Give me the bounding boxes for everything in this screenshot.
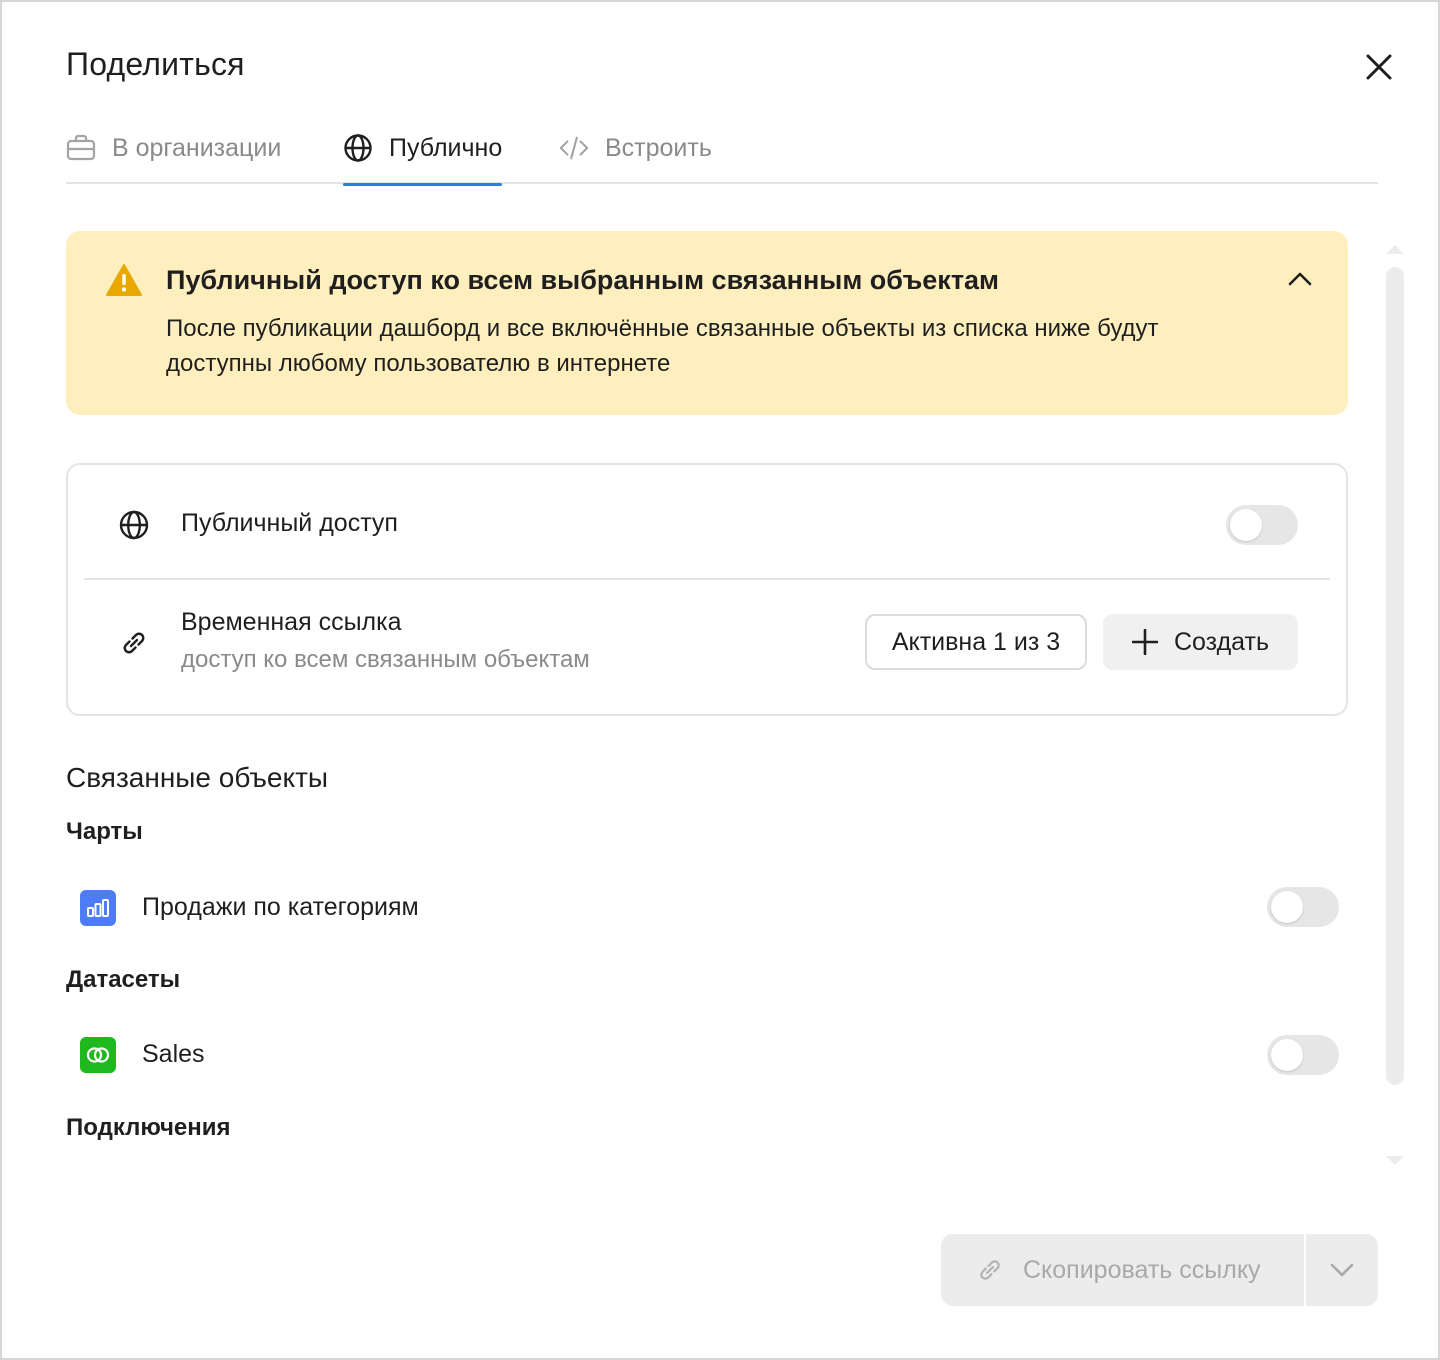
dataset-public-toggle[interactable] <box>1267 1035 1339 1075</box>
link-icon <box>980 1260 1000 1280</box>
scrollbar-thumb[interactable] <box>1386 267 1404 1085</box>
alert-title: Публичный доступ ко всем выбранным связа… <box>166 265 1000 295</box>
link-icon <box>123 632 145 654</box>
dataset-icon <box>80 1037 116 1073</box>
globe-icon <box>119 510 149 540</box>
toggle-knob <box>1230 509 1262 541</box>
public-access-toggle[interactable] <box>1226 505 1298 545</box>
create-link-label: Создать <box>1173 627 1269 656</box>
public-access-alert: Публичный доступ ко всем выбранным связа… <box>66 231 1348 415</box>
plus-icon <box>1131 629 1158 655</box>
copy-link-split-button: Скопировать ссылку <box>941 1234 1378 1306</box>
share-dialog: Поделиться В организации Публично Встрои… <box>0 0 1440 1360</box>
tab-label: В организации <box>112 133 282 162</box>
copy-options-dropdown-button[interactable] <box>1306 1234 1378 1306</box>
toggle-knob <box>1271 1039 1303 1071</box>
chevron-down-icon <box>1330 1263 1354 1277</box>
scroll-up-arrow[interactable] <box>1384 242 1406 256</box>
divider <box>84 578 1330 580</box>
alert-text-line: доступны любому пользователю в интернете <box>166 350 671 377</box>
tab-public[interactable]: Публично <box>343 112 503 186</box>
charts-group-title: Чарты <box>66 818 143 845</box>
linked-objects-title: Связанные объекты <box>66 762 329 793</box>
connections-group-title: Подключения <box>66 1114 231 1141</box>
active-links-button[interactable]: Активна 1 из 3 <box>865 614 1087 670</box>
tab-bar: В организации Публично Встроить <box>66 112 1378 186</box>
tab-embed[interactable]: Встроить <box>559 112 712 184</box>
alert-text-line: После публикации дашборд и все включённы… <box>166 315 1159 342</box>
access-settings-card: Публичный доступ Временная ссылка доступ… <box>66 463 1348 716</box>
copy-link-label: Скопировать ссылку <box>1023 1255 1261 1284</box>
temp-link-label: Временная ссылка <box>181 608 402 636</box>
globe-icon <box>343 133 373 163</box>
warning-icon <box>106 264 142 296</box>
chart-icon <box>80 890 116 926</box>
tab-organization[interactable]: В организации <box>66 112 281 184</box>
temp-link-description: доступ ко всем связанным объектам <box>181 646 590 673</box>
dialog-title: Поделиться <box>66 46 245 82</box>
chart-item-label: Продажи по категориям <box>142 893 419 921</box>
public-access-label: Публичный доступ <box>181 509 398 537</box>
tab-label: Публично <box>389 133 503 162</box>
close-button[interactable] <box>1358 46 1400 88</box>
chevron-up-icon <box>1288 272 1312 286</box>
toggle-knob <box>1271 891 1303 923</box>
datasets-group-title: Датасеты <box>66 966 181 993</box>
copy-link-button[interactable]: Скопировать ссылку <box>941 1234 1304 1306</box>
tab-label: Встроить <box>605 133 712 162</box>
create-link-button[interactable]: Создать <box>1103 614 1298 670</box>
alert-text: После публикации дашборд и все включённы… <box>166 311 1266 381</box>
briefcase-icon <box>66 133 96 163</box>
code-icon <box>559 133 589 163</box>
chart-public-toggle[interactable] <box>1267 887 1339 927</box>
close-icon <box>1366 54 1392 80</box>
collapse-alert-button[interactable] <box>1284 263 1316 295</box>
dataset-item-label: Sales <box>142 1040 205 1068</box>
scroll-down-arrow[interactable] <box>1384 1154 1406 1168</box>
